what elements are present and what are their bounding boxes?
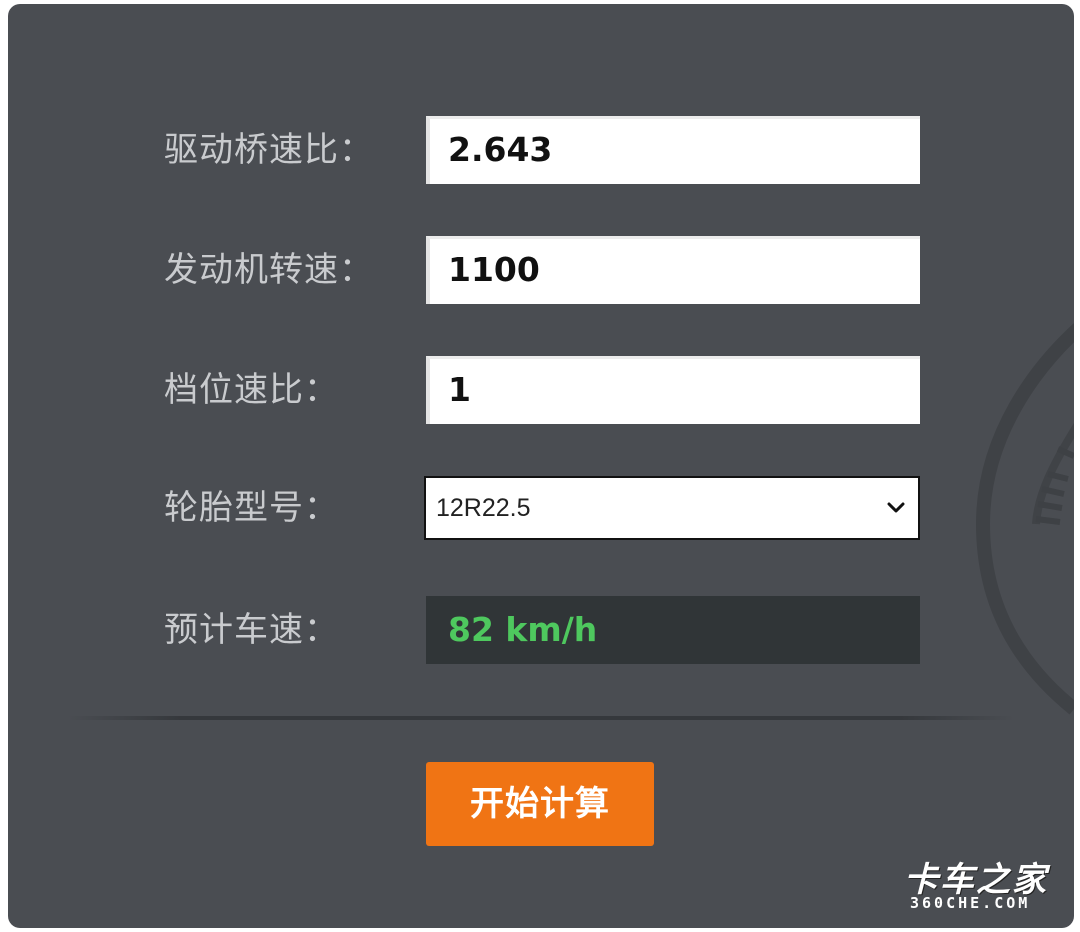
estimated-speed-output: 82 km/h [426,596,920,664]
tire-model-row: 轮胎型号： 12R22.5 [8,474,1074,542]
engine-speed-input[interactable]: 1100 [426,236,920,304]
axle-ratio-row: 驱动桥速比： 2.643 [8,116,1074,184]
chevron-down-icon [887,502,905,513]
axle-ratio-label: 驱动桥速比： [164,130,374,170]
engine-speed-row: 发动机转速： 1100 [8,236,1074,304]
section-divider [68,716,1014,720]
engine-speed-label: 发动机转速： [164,250,374,290]
estimated-speed-row: 预计车速： 82 km/h [8,596,1074,664]
gear-ratio-row: 档位速比： 1 [8,356,1074,424]
tire-model-select[interactable]: 12R22.5 [424,476,920,540]
watermark-sub-text: 360CHE.COM [910,894,1031,912]
estimated-speed-label: 预计车速： [164,610,339,650]
start-calculation-button[interactable]: 开始计算 [426,762,654,846]
tire-model-label: 轮胎型号： [164,488,339,528]
gear-ratio-label: 档位速比： [164,370,339,410]
speed-calculator-panel: 驱动桥速比： 2.643 发动机转速： 1100 档位速比： 1 轮胎型号： 1… [8,4,1074,928]
gear-ratio-input[interactable]: 1 [426,356,920,424]
360che-watermark-logo: 卡车之家 360CHE.COM [904,852,1064,912]
axle-ratio-input[interactable]: 2.643 [426,116,920,184]
tire-model-selected-value: 12R22.5 [436,494,531,522]
